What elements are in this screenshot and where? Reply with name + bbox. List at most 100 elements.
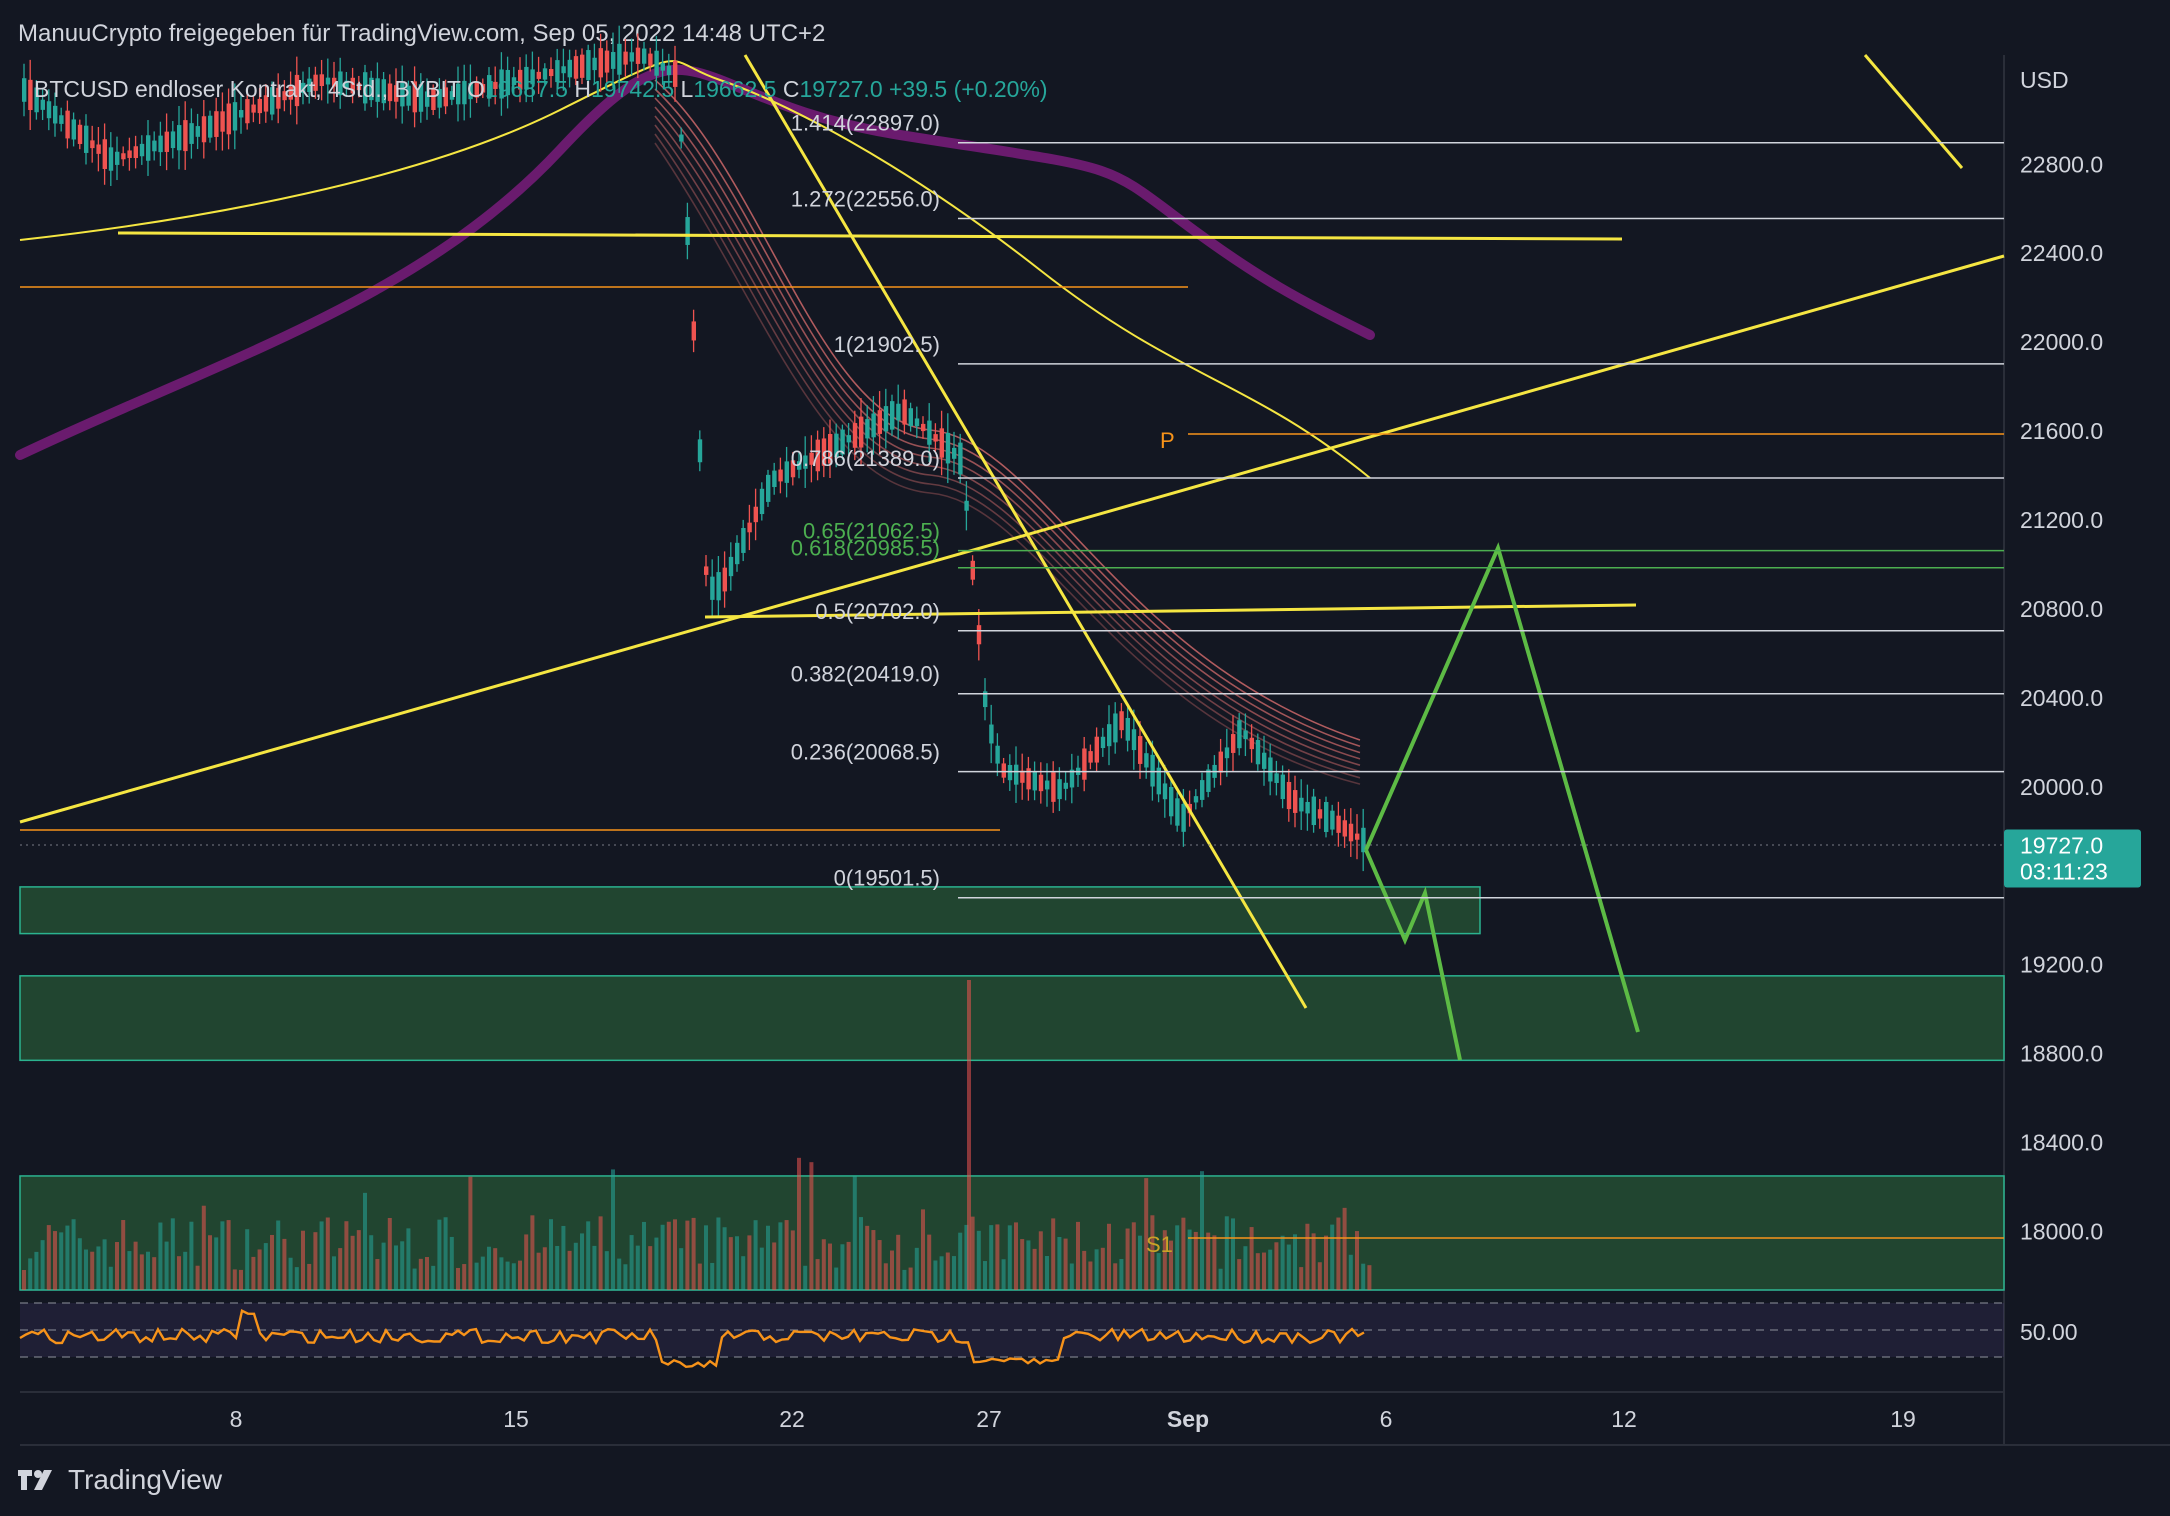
candle-body <box>1175 798 1180 826</box>
volume-bar <box>431 1265 436 1290</box>
candle-body <box>716 572 721 601</box>
volume-bar <box>611 1169 615 1290</box>
volume-bar <box>1032 1248 1037 1290</box>
candle-body <box>1336 815 1341 833</box>
candle-body <box>865 419 870 439</box>
volume-bar <box>288 1257 293 1290</box>
candle-body <box>1293 790 1298 813</box>
volume-bar <box>840 1244 845 1290</box>
candle-body <box>65 110 70 139</box>
volume-bar <box>220 1221 225 1290</box>
price-tick-label: 21600.0 <box>2020 418 2103 444</box>
time-tick-label: 15 <box>503 1406 529 1432</box>
time-tick-label: Sep <box>1167 1406 1209 1432</box>
volume-bar <box>1336 1217 1341 1290</box>
volume-bar <box>1361 1263 1366 1290</box>
candle-body <box>127 150 132 158</box>
support-zone <box>19 886 1481 935</box>
price-tick-label: 22000.0 <box>2020 329 2103 355</box>
volume-bar <box>307 1263 312 1290</box>
candle-body <box>133 146 138 159</box>
volume-bar <box>1107 1223 1111 1290</box>
candle-body <box>1193 796 1199 803</box>
candle-body <box>1181 803 1186 832</box>
volume-bar <box>195 1265 200 1290</box>
candle-body <box>735 542 740 565</box>
candle-body <box>183 120 188 152</box>
candle-body <box>189 123 194 144</box>
fib-label: 0(19501.5) <box>834 866 940 891</box>
candle-body <box>28 79 33 111</box>
candle-body <box>96 144 101 154</box>
candle-body <box>1162 783 1168 800</box>
time-tick-label: 8 <box>230 1406 243 1432</box>
volume-bar <box>623 1264 628 1290</box>
volume-bar <box>741 1256 746 1290</box>
candle-body <box>1094 736 1099 763</box>
candle-body <box>871 413 876 438</box>
volume-bar <box>53 1231 57 1290</box>
volume-bar <box>418 1258 423 1290</box>
volume-bar <box>1274 1242 1279 1290</box>
volume-bar <box>208 1235 212 1290</box>
candle-body <box>561 66 566 74</box>
volume-bar <box>226 1220 231 1290</box>
volume-bar <box>815 1259 820 1290</box>
volume-bar <box>332 1256 336 1290</box>
fib-label: 0.5(20702.0) <box>815 599 940 624</box>
price-tick-label: 18000.0 <box>2020 1219 2103 1245</box>
volume-bar <box>679 1248 684 1290</box>
volume-bar <box>555 1245 560 1290</box>
candle-body <box>1119 711 1124 731</box>
price-tick-label: 21200.0 <box>2020 507 2103 533</box>
candle-body <box>691 321 696 341</box>
volume-bar <box>1206 1232 1211 1290</box>
volume-bar <box>1088 1261 1093 1290</box>
candle-body <box>1243 730 1248 740</box>
volume-bar <box>952 1256 956 1290</box>
volume-bar <box>1069 1263 1074 1290</box>
volume-bar <box>834 1267 839 1290</box>
tradingview-logo[interactable]: TradingView <box>18 1464 222 1496</box>
candle-body <box>753 506 758 523</box>
price-tick-label: 20800.0 <box>2020 596 2103 622</box>
candle-body <box>617 43 622 75</box>
volume-bar <box>158 1222 163 1290</box>
volume-bar <box>1038 1231 1043 1290</box>
volume-bar <box>480 1256 485 1290</box>
volume-bar <box>542 1247 547 1290</box>
candle-body <box>1100 736 1106 749</box>
volume-bar <box>778 1222 783 1290</box>
volume-bar <box>790 1230 795 1290</box>
candle-body <box>877 410 882 434</box>
candle-body <box>995 745 1000 764</box>
volume-bar <box>1255 1253 1260 1290</box>
candle-body <box>859 416 864 448</box>
fib-label: 0.236(20068.5) <box>791 740 940 765</box>
volume-bar <box>400 1241 405 1290</box>
candle-body <box>245 99 250 124</box>
candle-body <box>685 217 690 245</box>
volume-bar <box>214 1237 219 1290</box>
candle-body <box>1305 801 1310 814</box>
volume-bar <box>40 1240 45 1290</box>
volume-bar <box>251 1256 256 1290</box>
price-chart[interactable]: P S1 1.414(22897.0) 1.272(22556.0) 1(21902.… <box>0 0 2170 1516</box>
candle-body <box>648 53 653 66</box>
volume-bar <box>1125 1228 1130 1290</box>
candle-body <box>71 119 76 140</box>
volume-bar <box>902 1269 907 1290</box>
volume-bar <box>983 1261 987 1290</box>
volume-bar <box>524 1234 529 1290</box>
volume-bar <box>809 1162 814 1290</box>
volume-bar <box>821 1239 826 1290</box>
candle-body <box>1113 713 1118 743</box>
volume-bar <box>1293 1234 1297 1290</box>
volume-bar <box>71 1219 76 1290</box>
volume-bar <box>691 1217 696 1290</box>
volume-bar <box>474 1262 479 1290</box>
volume-bar <box>921 1209 925 1290</box>
last-price-value: 19727.0 <box>2020 833 2103 859</box>
volume-bar <box>493 1248 498 1290</box>
candle-body <box>1342 820 1347 837</box>
